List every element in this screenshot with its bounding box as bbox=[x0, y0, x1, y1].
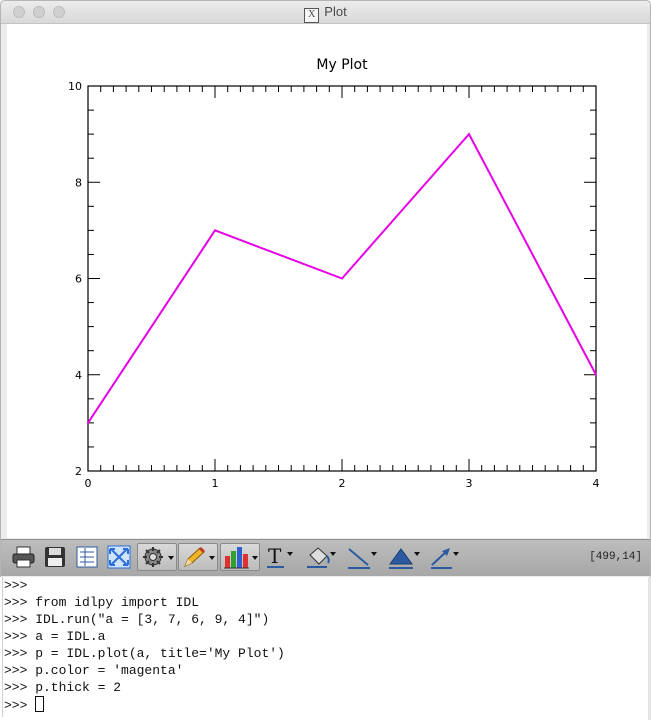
console-line: >>> IDL.run("a = [3, 7, 6, 9, 4]") bbox=[4, 612, 270, 627]
fill-color-button[interactable] bbox=[303, 543, 337, 571]
window-title-group: X Plot bbox=[1, 4, 650, 23]
x-tick-label: 3 bbox=[466, 477, 473, 490]
save-button[interactable] bbox=[40, 543, 70, 571]
console-line: >>> bbox=[4, 578, 28, 593]
cursor-coordinates: [499,14] bbox=[589, 551, 642, 563]
print-button[interactable] bbox=[9, 543, 39, 571]
line-chart[interactable]: My Plot 0 1 2 3 4 2 4 6 8 10 bbox=[7, 24, 647, 538]
window-titlebar[interactable]: X Plot bbox=[1, 1, 650, 24]
settings-gear-icon bbox=[143, 547, 174, 567]
chart-title: My Plot bbox=[316, 57, 368, 73]
data-list-button[interactable] bbox=[72, 543, 102, 571]
polygon-tool-button[interactable] bbox=[386, 543, 420, 571]
svg-text:T: T bbox=[268, 544, 282, 568]
y-tick-label: 4 bbox=[75, 369, 82, 382]
x-tick-label: 1 bbox=[212, 477, 219, 490]
x-tick-label: 2 bbox=[339, 477, 346, 490]
plot-canvas[interactable]: My Plot 0 1 2 3 4 2 4 6 8 10 bbox=[7, 24, 647, 538]
save-icon bbox=[45, 547, 65, 567]
plot-window[interactable]: X Plot My Plot 0 1 2 3 4 2 4 6 8 10 T [4… bbox=[0, 0, 651, 578]
pencil-icon bbox=[184, 546, 215, 567]
y-tick-label: 10 bbox=[68, 80, 82, 93]
pencil-dropdown-button[interactable] bbox=[178, 543, 218, 571]
console-line: >>> p.thick = 2 bbox=[4, 680, 122, 695]
line-tool-icon bbox=[348, 548, 377, 569]
data-point bbox=[595, 373, 597, 376]
y-tick-label: 6 bbox=[75, 273, 82, 286]
polygon-tool-icon bbox=[389, 548, 420, 569]
data-point bbox=[214, 229, 216, 232]
text-tool-button[interactable]: T bbox=[264, 543, 296, 571]
data-point bbox=[341, 277, 343, 280]
text-cursor bbox=[35, 696, 45, 712]
console-prompt: >>> bbox=[4, 698, 36, 713]
y-tick-label: 2 bbox=[75, 465, 82, 478]
data-list-icon bbox=[76, 546, 98, 568]
fit-window-icon bbox=[107, 545, 131, 569]
graphics-toolbar: T [499,14] bbox=[1, 539, 650, 576]
y-tick-label: 8 bbox=[75, 176, 82, 189]
text-tool-icon: T bbox=[267, 544, 293, 568]
console-line: >>> p = IDL.plot(a, title='My Plot') bbox=[4, 646, 285, 661]
arrow-tool-icon bbox=[431, 548, 459, 569]
settings-dropdown-button[interactable] bbox=[137, 543, 177, 571]
console-line: >>> from idlpy import IDL bbox=[4, 595, 200, 610]
console-line: >>> p.color = 'magenta' bbox=[4, 663, 184, 678]
line-tool-button[interactable] bbox=[345, 543, 379, 571]
chart-type-dropdown-button[interactable] bbox=[220, 543, 260, 571]
x-tick-label: 0 bbox=[85, 477, 92, 490]
fill-color-icon bbox=[307, 547, 336, 568]
console-line: >>> a = IDL.a bbox=[4, 629, 106, 644]
data-point bbox=[87, 421, 89, 424]
python-console[interactable]: >>> >>> from idlpy import IDL >>> IDL.ru… bbox=[0, 577, 651, 720]
window-title: Plot bbox=[324, 4, 347, 19]
arrow-tool-button[interactable] bbox=[428, 543, 462, 571]
bar-chart-icon bbox=[224, 547, 258, 569]
data-point bbox=[468, 133, 470, 136]
print-icon bbox=[12, 546, 35, 568]
fit-window-button[interactable] bbox=[104, 543, 134, 571]
console-gutter bbox=[2, 577, 3, 717]
x11-icon: X bbox=[304, 8, 320, 23]
x-tick-label: 4 bbox=[593, 477, 600, 490]
console-input-line[interactable]: >>> bbox=[4, 696, 45, 713]
